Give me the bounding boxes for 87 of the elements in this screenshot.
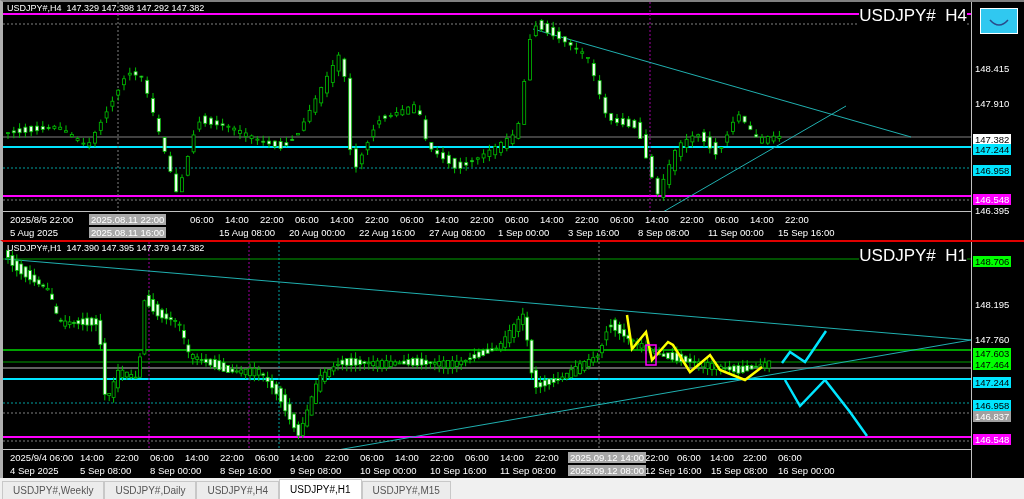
- time-label: 22:00: [573, 214, 601, 225]
- time-label: 22:00: [643, 452, 671, 463]
- cursor-time-label: 2025.09.12 14:00: [568, 452, 646, 463]
- time-label: 8 Sep 16:00: [218, 465, 274, 476]
- time-label: 14:00: [498, 452, 526, 463]
- time-label: 06:00: [503, 214, 531, 225]
- time-label: 14:00: [223, 214, 251, 225]
- price-marker: 147.603: [973, 348, 1012, 359]
- price-marker: 146.837: [973, 411, 1012, 422]
- price-tick: 147.910: [974, 98, 1011, 109]
- price-marker: 147.244: [973, 377, 1012, 388]
- time-label: 06:00: [675, 452, 703, 463]
- chart-tab[interactable]: USDJPY#,Daily: [104, 481, 197, 499]
- price-marker: 148.706: [973, 256, 1012, 267]
- time-label: 06:00: [188, 214, 216, 225]
- time-label: 22:00: [468, 214, 496, 225]
- time-label: 14:00: [748, 214, 776, 225]
- time-label: 27 Aug 08:00: [427, 227, 487, 238]
- time-label: 06:00: [358, 452, 386, 463]
- cursor-time-label: 2025.09.12 08:00: [568, 465, 646, 476]
- chart-tab[interactable]: USDJPY#,Weekly: [2, 481, 105, 499]
- price-marker: 146.548: [973, 434, 1012, 445]
- symbol-label: USDJPY# H4: [859, 6, 967, 26]
- time-label: 3 Sep 16:00: [566, 227, 622, 238]
- time-label: 11 Sep 00:00: [706, 227, 766, 238]
- time-label: 15 Aug 08:00: [217, 227, 277, 238]
- time-label: 22:00: [258, 214, 286, 225]
- time-label: 22:00: [533, 452, 561, 463]
- time-label: 14:00: [328, 214, 356, 225]
- time-label: 1 Sep 00:00: [496, 227, 552, 238]
- chart-header: USDJPY#,H1 147.390 147.395 147.379 147.382: [7, 243, 205, 253]
- price-marker: 147.464: [973, 359, 1012, 370]
- price-marker: 146.958: [973, 400, 1012, 411]
- chart-tab[interactable]: USDJPY#,H4: [196, 481, 279, 499]
- time-label: 22:00: [783, 214, 811, 225]
- time-label: 06:00: [253, 452, 281, 463]
- time-label: 14:00: [433, 214, 461, 225]
- price-tick: 146.395: [974, 205, 1011, 216]
- price-marker: 146.548: [973, 194, 1012, 205]
- time-label: 22:00: [741, 452, 769, 463]
- time-label: 22:00: [323, 452, 351, 463]
- time-label: 14:00: [288, 452, 316, 463]
- time-label: 06:00: [148, 452, 176, 463]
- time-label: 12 Sep 16:00: [643, 465, 704, 476]
- time-label: 06:00: [713, 214, 741, 225]
- time-label: 8 Sep 08:00: [636, 227, 692, 238]
- time-label: 8 Sep 00:00: [148, 465, 204, 476]
- price-marker: 147.244: [973, 144, 1012, 155]
- time-label: 16 Sep 00:00: [776, 465, 837, 476]
- time-label: 06:00: [398, 214, 426, 225]
- time-label: 9 Sep 08:00: [288, 465, 344, 476]
- cursor-time-label: 2025.08.11 22:00: [89, 214, 167, 225]
- price-tick: 147.760: [974, 334, 1011, 345]
- time-label: 06:00: [463, 452, 491, 463]
- time-label: 22:00: [363, 214, 391, 225]
- time-label: 14:00: [708, 452, 736, 463]
- time-label: 5 Sep 08:00: [78, 465, 134, 476]
- time-label: 14:00: [538, 214, 566, 225]
- chart-header: USDJPY#,H4 147.329 147.398 147.292 147.382: [7, 3, 205, 13]
- price-marker: 146.958: [973, 165, 1012, 176]
- time-label: 06:00: [608, 214, 636, 225]
- price-tick: 148.415: [974, 63, 1011, 74]
- time-label: 10 Sep 00:00: [358, 465, 419, 476]
- time-label: 14:00: [183, 452, 211, 463]
- cursor-time-label: 2025.08.11 16:00: [89, 227, 167, 238]
- time-label: 2025/9/4 06:00: [8, 452, 76, 463]
- time-label: 20 Aug 00:00: [287, 227, 347, 238]
- time-label: 06:00: [293, 214, 321, 225]
- time-label: 15 Sep 08:00: [709, 465, 770, 476]
- time-label: 22:00: [113, 452, 141, 463]
- time-label: 11 Sep 08:00: [498, 465, 558, 476]
- time-label: 14:00: [78, 452, 106, 463]
- time-label: 5 Aug 2025: [8, 227, 61, 238]
- time-label: 10 Sep 16:00: [428, 465, 489, 476]
- time-label: 06:00: [776, 452, 804, 463]
- time-label: 4 Sep 2025: [8, 465, 61, 476]
- time-label: 22:00: [678, 214, 706, 225]
- price-tick: 148.195: [974, 299, 1011, 310]
- time-label: 22 Aug 16:00: [357, 227, 417, 238]
- time-label: 14:00: [643, 214, 671, 225]
- time-label: 15 Sep 16:00: [776, 227, 837, 238]
- chart-tab[interactable]: USDJPY#,H1: [279, 479, 362, 499]
- time-label: 22:00: [428, 452, 456, 463]
- time-label: 14:00: [393, 452, 421, 463]
- time-label: 22:00: [218, 452, 246, 463]
- time-label: 2025/8/5 22:00: [8, 214, 76, 225]
- chart-tab[interactable]: USDJPY#,M15: [361, 481, 451, 499]
